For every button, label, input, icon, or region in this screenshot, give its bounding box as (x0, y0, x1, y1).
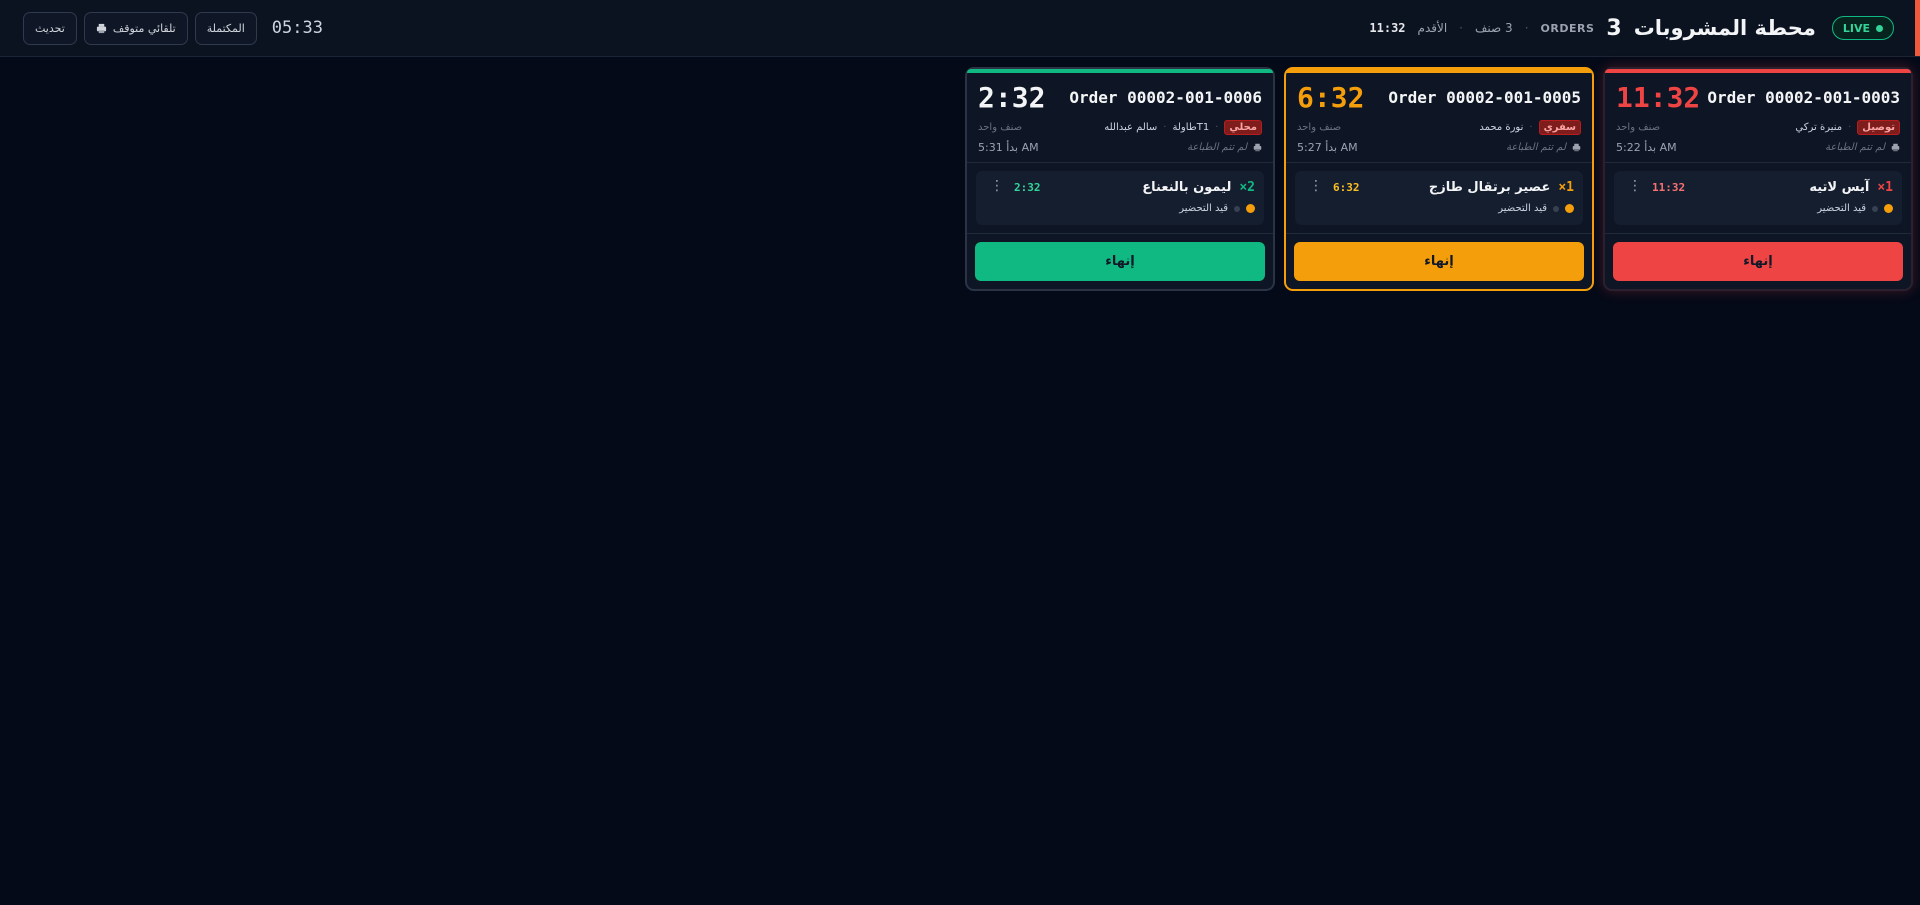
live-badge: LIVE (1831, 16, 1894, 40)
more-menu-icon[interactable]: ⋮ (1628, 179, 1642, 193)
top-bar: LIVE محطة المشروبات 3 ORDERS · 3 صنف · ا… (0, 0, 1920, 57)
more-menu-icon[interactable]: ⋮ (990, 179, 1004, 193)
card-footer: إنهاء (1286, 233, 1592, 289)
item-name: آيس لاتيه (1809, 180, 1870, 195)
status-step-icon (1872, 205, 1878, 212)
status-dot-icon (1246, 204, 1255, 213)
finish-button[interactable]: إنهاء (1613, 242, 1903, 281)
auto-print-label: تلقائي متوقف (112, 21, 176, 35)
customer-name: منيرة تركي (1795, 122, 1843, 133)
printer-icon (1572, 143, 1581, 152)
item-status: قيد التحضير (1817, 203, 1866, 214)
item-qty: 2× (1239, 180, 1255, 195)
finish-button[interactable]: إنهاء (975, 242, 1265, 281)
customer-name: نورة محمد (1479, 122, 1524, 133)
print-state: لم تتم الطباعة (1187, 142, 1247, 153)
refresh-label: تحديث (35, 21, 65, 35)
status-step-icon (1553, 205, 1559, 212)
separator-dot: · (1848, 122, 1852, 133)
order-item[interactable]: 1× آيس لاتيه قيد التحضير 11:32 ⋮ (1614, 171, 1902, 225)
item-status: قيد التحضير (1498, 203, 1547, 214)
item-status: قيد التحضير (1179, 203, 1228, 214)
order-type-tag: محلي (1224, 120, 1262, 135)
live-dot-icon (1876, 24, 1883, 32)
card-header: 11:32 Order 00002-001-0003 صنف واحد توصي… (1605, 69, 1911, 163)
order-timer: 2:32 (978, 81, 1046, 114)
item-qty: 1× (1558, 180, 1574, 195)
separator-dot: · (1529, 122, 1533, 133)
order-timer: 11:32 (1616, 81, 1701, 114)
started-time: بدأ 5:31 AM (978, 141, 1039, 154)
order-item[interactable]: 2× ليمون بالنعناع قيد التحضير 2:32 ⋮ (976, 171, 1264, 225)
status-step-icon (1234, 205, 1240, 212)
order-item[interactable]: 1× عصير برتقال طازج قيد التحضير 6:32 ⋮ (1295, 171, 1583, 225)
status-dot-icon (1884, 204, 1893, 213)
card-header: 6:32 Order 00002-001-0005 صنف واحد سفري … (1286, 69, 1592, 163)
separator-dot: · (1459, 21, 1463, 35)
live-label: LIVE (1842, 21, 1870, 35)
order-number: Order 00002-001-0005 (1388, 88, 1581, 107)
more-menu-icon[interactable]: ⋮ (1309, 179, 1323, 193)
auto-print-button[interactable]: تلقائي متوقف (83, 11, 188, 45)
order-card: 6:32 Order 00002-001-0005 صنف واحد سفري … (1284, 67, 1594, 291)
finish-button[interactable]: إنهاء (1294, 242, 1584, 281)
item-qty: 1× (1877, 180, 1893, 195)
page-title: محطة المشروبات (1633, 16, 1816, 40)
started-time: بدأ 5:27 AM (1297, 141, 1358, 154)
item-timer: 6:32 (1333, 181, 1360, 194)
header-accent-edge (1915, 0, 1920, 56)
print-state: لم تتم الطباعة (1506, 142, 1566, 153)
started-time: بدأ 5:22 AM (1616, 141, 1677, 154)
completed-label: المكتملة (206, 21, 245, 35)
order-type-tag: توصيل (1857, 120, 1900, 135)
item-timer: 2:32 (1014, 181, 1041, 194)
items-summary: 3 صنف (1475, 21, 1513, 35)
order-type-tag: سفري (1538, 120, 1581, 135)
printer-icon (1891, 143, 1900, 152)
printer-icon (1253, 143, 1262, 152)
table-label: T1طاولة (1172, 122, 1210, 133)
item-name: ليمون بالنعناع (1142, 180, 1232, 195)
header-info: LIVE محطة المشروبات 3 ORDERS · 3 صنف · ا… (1369, 0, 1894, 56)
clock: 05:33 (271, 18, 323, 38)
item-timer: 11:32 (1652, 181, 1686, 194)
status-dot-icon (1565, 204, 1574, 213)
card-status-line (1286, 69, 1592, 73)
print-state: لم تتم الطباعة (1825, 142, 1885, 153)
orders-label: ORDERS (1540, 21, 1595, 35)
refresh-button[interactable]: تحديث (23, 11, 77, 45)
items-count: صنف واحد (978, 122, 1023, 133)
separator-dot: · (1163, 122, 1167, 133)
order-card: 2:32 Order 00002-001-0006 صنف واحد محلي … (965, 67, 1275, 291)
card-status-line (1605, 69, 1911, 73)
card-header: 2:32 Order 00002-001-0006 صنف واحد محلي … (967, 69, 1273, 163)
items-count: صنف واحد (1616, 122, 1661, 133)
item-name: عصير برتقال طازج (1428, 180, 1551, 195)
oldest-value: 11:32 (1369, 21, 1406, 35)
header-controls: تحديث تلقائي متوقف المكتملة 05:33 (23, 11, 323, 45)
order-timer: 6:32 (1297, 81, 1365, 114)
completed-button[interactable]: المكتملة (194, 11, 257, 45)
separator-dot: · (1524, 21, 1529, 35)
oldest-label: الأقدم (1417, 21, 1448, 35)
customer-name: سالم عبدالله (1104, 122, 1158, 133)
order-number: Order 00002-001-0006 (1069, 88, 1262, 107)
separator-dot: · (1215, 122, 1219, 133)
card-footer: إنهاء (967, 233, 1273, 289)
card-status-line (967, 69, 1273, 73)
card-footer: إنهاء (1605, 233, 1911, 289)
order-card: 11:32 Order 00002-001-0003 صنف واحد توصي… (1603, 67, 1913, 291)
printer-icon (96, 23, 106, 33)
order-number: Order 00002-001-0003 (1707, 88, 1900, 107)
orders-count: 3 (1606, 15, 1622, 41)
items-count: صنف واحد (1297, 122, 1342, 133)
